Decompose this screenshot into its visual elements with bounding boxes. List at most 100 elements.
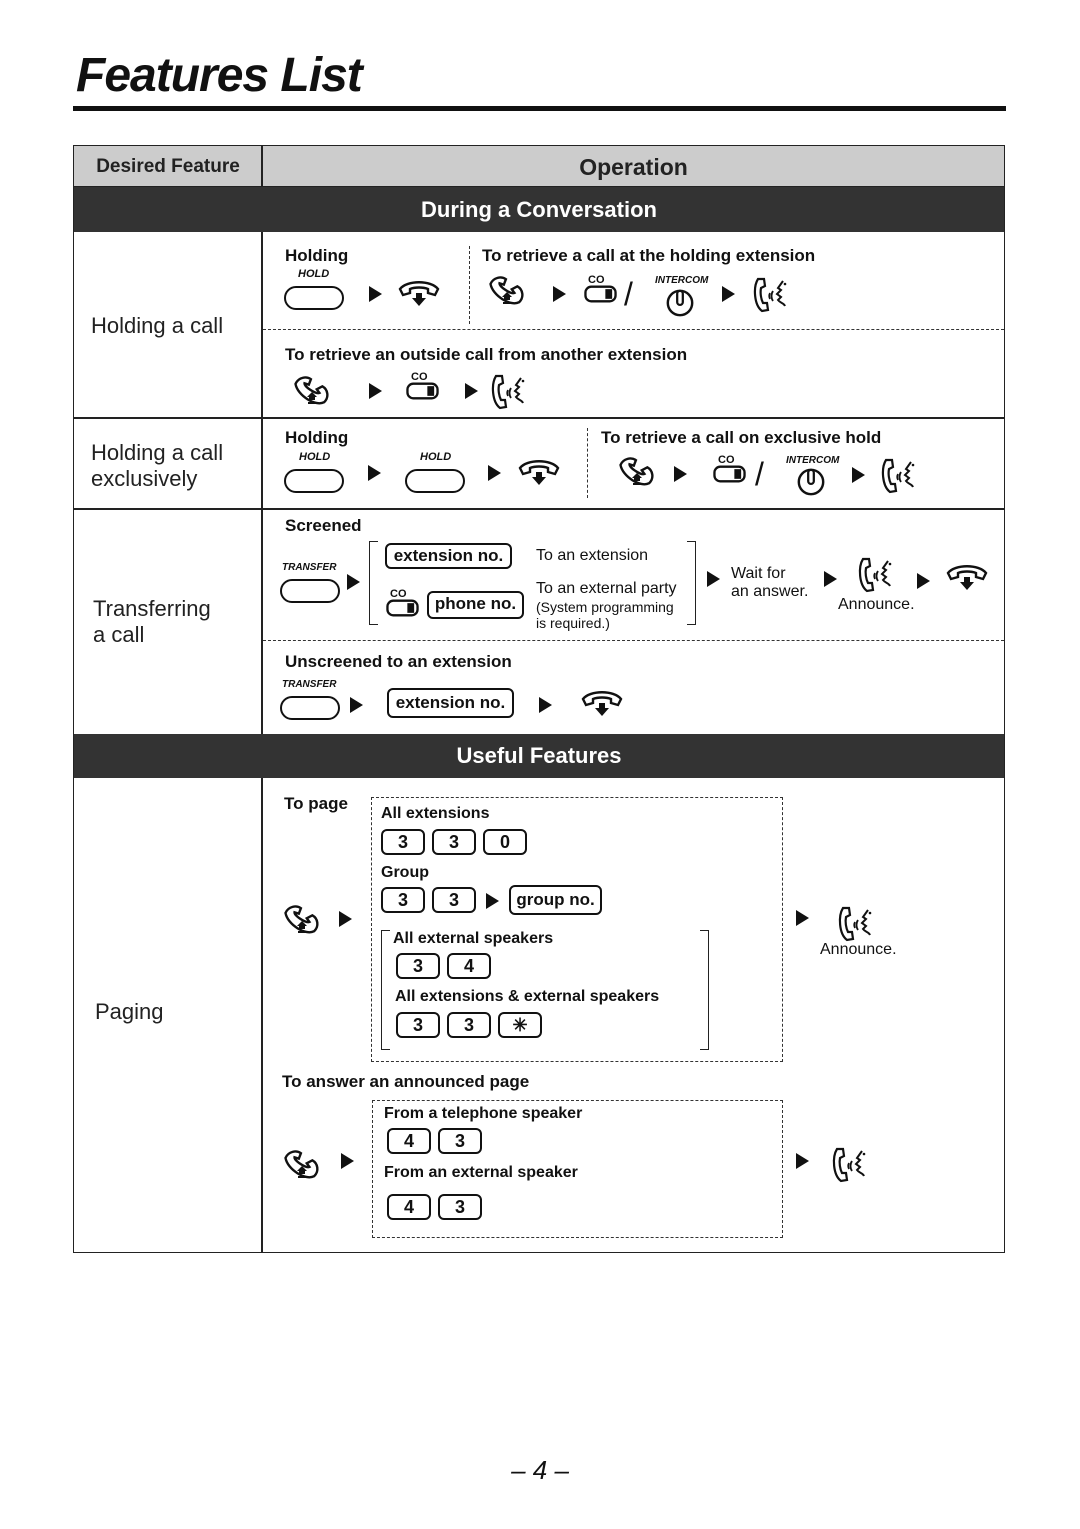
wait-line: Wait for — [731, 565, 786, 582]
arrow-icon — [369, 286, 382, 302]
arrow-icon — [917, 573, 930, 589]
to-external-text: To an external party — [536, 580, 677, 597]
hold-caption: HOLD — [420, 451, 452, 463]
unscreened-label: Unscreened to an extension — [285, 652, 512, 671]
intercom-button-icon[interactable] — [796, 467, 826, 497]
page-title: Features List — [76, 49, 363, 102]
system-programming-note: (System programming is required.) — [536, 599, 674, 631]
transfer-caption: TRANSFER — [282, 562, 337, 573]
dial-key[interactable]: 3 — [432, 887, 476, 913]
talk-icon — [835, 904, 875, 944]
dial-key[interactable]: 3 — [438, 1128, 482, 1154]
dashed-divider — [469, 246, 470, 324]
off-hook-icon — [293, 373, 337, 409]
answer-page-label: To answer an announced page — [282, 1072, 530, 1091]
co-button-icon[interactable] — [584, 285, 617, 303]
arrow-icon — [707, 571, 720, 587]
arrow-icon — [369, 383, 382, 399]
from-telephone-speaker-label: From a telephone speaker — [384, 1105, 583, 1122]
dial-key[interactable]: 3 — [438, 1194, 482, 1220]
retrieve-holding-label: To retrieve a call at the holding extens… — [482, 246, 816, 265]
dial-key[interactable]: 4 — [447, 953, 491, 979]
row-divider — [74, 417, 1004, 419]
group-no-key[interactable]: group no. — [509, 885, 602, 915]
dashed-divider — [587, 428, 588, 498]
note-line: (System programming — [536, 599, 674, 615]
dial-key[interactable]: 4 — [387, 1194, 431, 1220]
hold-button[interactable] — [284, 286, 344, 310]
extension-no-key[interactable]: extension no. — [385, 543, 512, 569]
hold-button[interactable] — [284, 469, 344, 493]
arrow-icon — [539, 697, 552, 713]
off-hook-icon — [283, 1147, 327, 1183]
talk-icon — [855, 555, 895, 595]
bracket-right — [687, 541, 696, 625]
or-separator: / — [624, 276, 633, 312]
bracket-left — [369, 541, 378, 625]
dial-key[interactable]: 3 — [447, 1012, 491, 1038]
all-external-speakers-label: All external speakers — [393, 930, 554, 947]
bracket-right — [700, 930, 709, 1050]
col-header-feature: Desired Feature — [96, 156, 240, 177]
phone-no-key[interactable]: phone no. — [427, 591, 524, 619]
co-button-icon[interactable] — [406, 382, 439, 400]
holding-label: Holding — [285, 246, 349, 265]
transfer-button[interactable] — [280, 579, 340, 603]
page-number: – 4 – — [511, 1455, 569, 1485]
arrow-icon — [465, 383, 478, 399]
dial-key[interactable]: 0 — [483, 829, 527, 855]
co-button-icon[interactable] — [386, 599, 419, 617]
dial-key[interactable]: 3 — [381, 829, 425, 855]
arrow-icon — [796, 1153, 809, 1169]
dial-key[interactable]: 3 — [396, 1012, 440, 1038]
co-button-icon[interactable] — [713, 465, 746, 483]
wait-for-answer: Wait for an answer. — [731, 565, 808, 601]
all-extensions-label: All extensions — [381, 805, 490, 822]
from-external-speaker-label: From an external speaker — [384, 1164, 578, 1181]
row-divider — [74, 508, 1004, 510]
hang-up-icon — [580, 689, 624, 721]
intercom-button-icon[interactable] — [665, 288, 695, 318]
arrow-icon — [339, 911, 352, 927]
feature-paging: Paging — [95, 999, 164, 1024]
arrow-icon — [341, 1153, 354, 1169]
arrow-icon — [486, 893, 499, 909]
dial-key[interactable]: 3 — [396, 953, 440, 979]
dial-key[interactable]: 4 — [387, 1128, 431, 1154]
title-rule — [73, 106, 1006, 111]
announce-text: Announce. — [838, 596, 915, 613]
arrow-icon — [796, 910, 809, 926]
feature-line: a call — [93, 622, 145, 647]
all-extensions-external-label: All extensions & external speakers — [395, 988, 660, 1005]
feature-line: Holding a call — [91, 440, 224, 465]
arrow-icon — [347, 574, 360, 590]
group-label: Group — [381, 864, 429, 881]
bracket-left — [381, 930, 390, 1050]
extension-no-key[interactable]: extension no. — [387, 688, 514, 718]
talk-icon — [829, 1145, 869, 1185]
dashed-divider — [263, 640, 1004, 641]
note-line: is required.) — [536, 615, 610, 631]
dial-key-star[interactable]: ✳ — [498, 1012, 542, 1038]
feature-holding-call: Holding a call — [91, 313, 224, 338]
to-extension-text: To an extension — [536, 547, 649, 564]
arrow-icon — [553, 286, 566, 302]
arrow-icon — [368, 465, 381, 481]
to-page-label: To page — [284, 794, 348, 813]
arrow-icon — [674, 466, 687, 482]
hold-button[interactable] — [405, 469, 465, 493]
off-hook-icon — [488, 273, 532, 309]
screened-label: Screened — [285, 516, 362, 535]
dial-key[interactable]: 3 — [432, 829, 476, 855]
transfer-button[interactable] — [280, 696, 340, 720]
header-divider — [261, 146, 263, 186]
talk-icon — [488, 372, 528, 412]
intercom-caption: INTERCOM — [786, 455, 840, 466]
feature-line: Transferring — [93, 596, 211, 621]
column-divider — [261, 778, 263, 1253]
dial-key[interactable]: 3 — [381, 887, 425, 913]
wait-line: an answer. — [731, 583, 809, 600]
holding-label: Holding — [285, 428, 349, 447]
arrow-icon — [488, 465, 501, 481]
column-divider — [261, 232, 263, 734]
